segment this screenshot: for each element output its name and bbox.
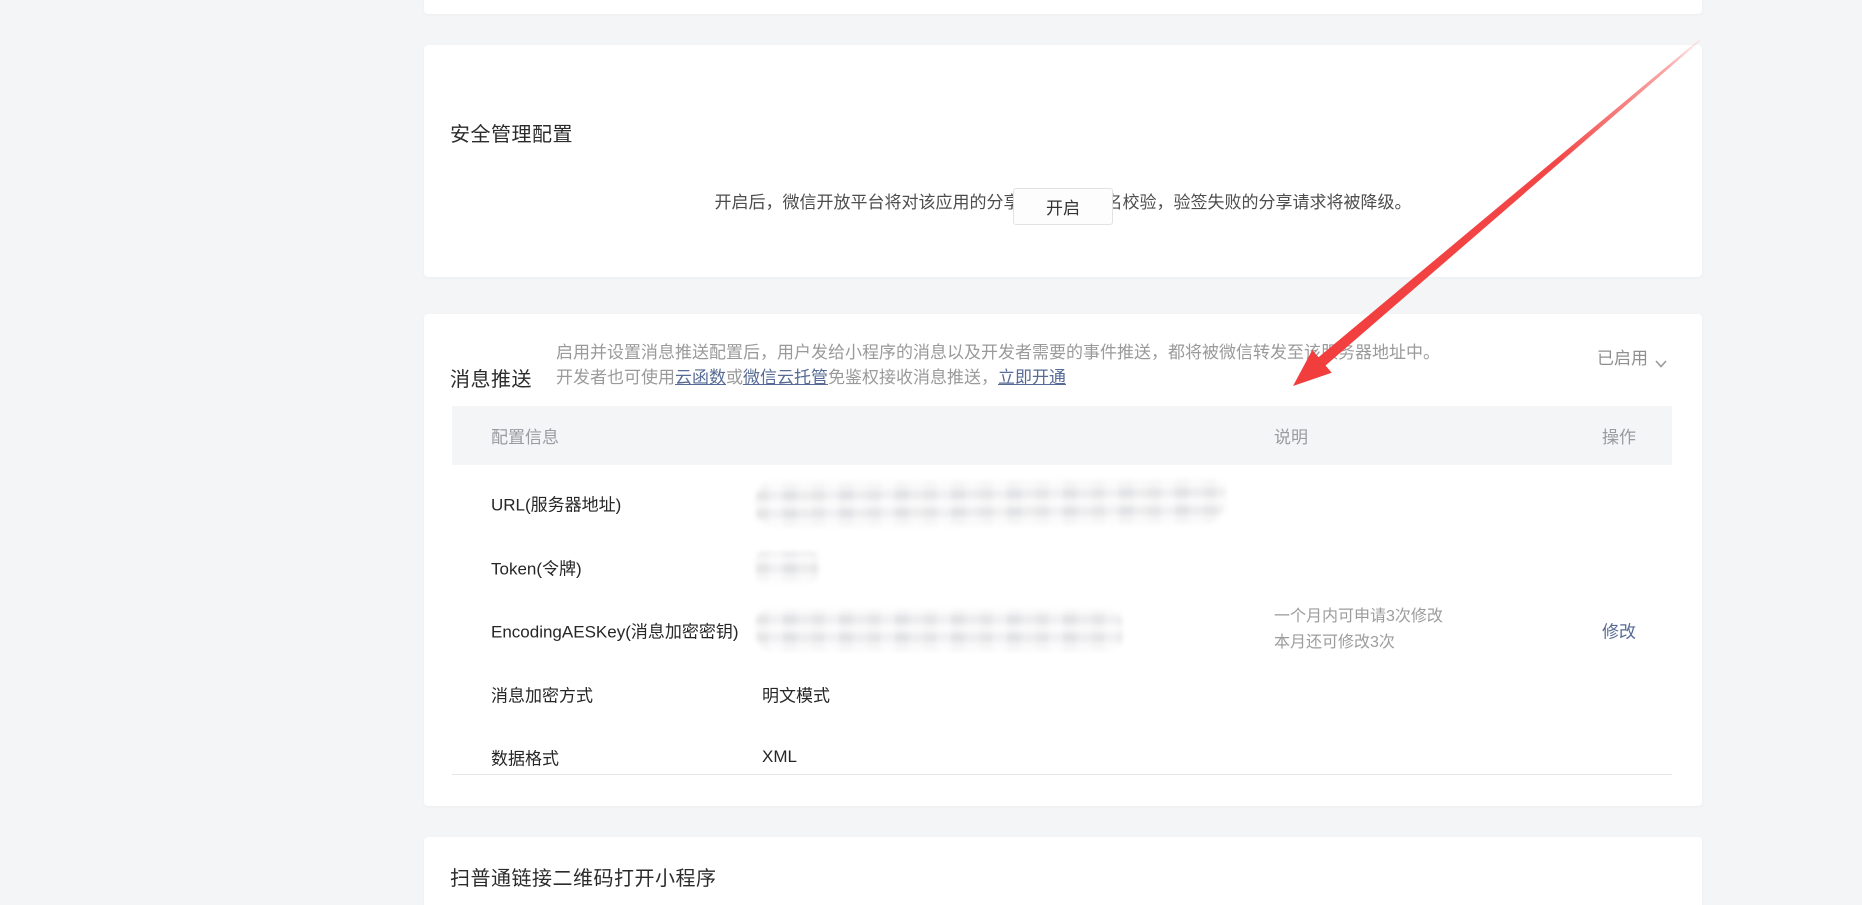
table-header-row: 配置信息 说明 操作 <box>452 406 1672 465</box>
chevron-down-icon <box>1655 353 1667 361</box>
table-header-config: 配置信息 <box>491 423 559 448</box>
status-dropdown[interactable]: 已启用 <box>1597 344 1667 369</box>
encodingaeskey-label: EncodingAESKey(消息加密密钥) <box>491 618 739 643</box>
security-card-title: 安全管理配置 <box>450 121 573 149</box>
table-row-encryption-mode: 消息加密方式 明文模式 <box>452 663 1672 725</box>
modify-quota-note: 一个月内可申请3次修改 本月还可修改3次 <box>1274 604 1443 656</box>
token-label: Token(令牌) <box>491 555 582 580</box>
encodingaeskey-value-redacted <box>762 609 1122 651</box>
url-value-redacted <box>762 481 1226 526</box>
message-push-title: 消息推送 <box>450 366 532 394</box>
message-push-description: 启用并设置消息推送配置后，用户发给小程序的消息以及开发者需要的事件推送，都将被微… <box>556 340 1440 390</box>
qr-link-card: 扫普通链接二维码打开小程序 <box>424 837 1702 905</box>
page: 安全管理配置 开启后，微信开放平台将对该应用的分享请求进行签名校验，验签失败的分… <box>0 0 1862 905</box>
message-push-description-line2: 开发者也可使用云函数或微信云托管免鉴权接收消息推送，立即开通 <box>556 365 1440 390</box>
table-row-data-format: 数据格式 XML <box>452 726 1672 788</box>
cloud-hosting-link[interactable]: 微信云托管 <box>743 368 828 387</box>
table-row-url: URL(服务器地址) <box>452 472 1672 534</box>
encryption-mode-label: 消息加密方式 <box>491 682 593 707</box>
status-label: 已启用 <box>1597 344 1648 369</box>
token-value-redacted <box>762 552 818 582</box>
activate-now-link[interactable]: 立即开通 <box>998 368 1066 387</box>
encryption-mode-value: 明文模式 <box>762 682 830 707</box>
data-format-label: 数据格式 <box>491 745 559 770</box>
url-label: URL(服务器地址) <box>491 491 621 516</box>
redacted-blur <box>756 552 818 582</box>
data-format-value: XML <box>762 747 797 767</box>
table-row-encodingaeskey: EncodingAESKey(消息加密密钥) 一个月内可申请3次修改 本月还可修… <box>452 599 1672 661</box>
table-header-action: 操作 <box>1602 423 1636 448</box>
action-cell: 修改 <box>1602 618 1636 643</box>
table-header-note: 说明 <box>1274 423 1308 448</box>
previous-card-remnant <box>424 0 1702 14</box>
security-config-card: 安全管理配置 开启后，微信开放平台将对该应用的分享请求进行签名校验，验签失败的分… <box>424 45 1702 277</box>
redacted-blur <box>756 609 1122 651</box>
redacted-blur <box>756 479 1226 527</box>
table-row-token: Token(令牌) <box>452 536 1672 598</box>
qr-card-title: 扫普通链接二维码打开小程序 <box>450 865 717 893</box>
enable-button[interactable]: 开启 <box>1013 188 1113 225</box>
modify-link[interactable]: 修改 <box>1602 623 1636 642</box>
table-bottom-divider <box>452 774 1672 775</box>
message-push-card: 消息推送 启用并设置消息推送配置后，用户发给小程序的消息以及开发者需要的事件推送… <box>424 314 1702 806</box>
cloud-function-link[interactable]: 云函数 <box>675 368 726 387</box>
message-push-description-line1: 启用并设置消息推送配置后，用户发给小程序的消息以及开发者需要的事件推送，都将被微… <box>556 340 1440 365</box>
